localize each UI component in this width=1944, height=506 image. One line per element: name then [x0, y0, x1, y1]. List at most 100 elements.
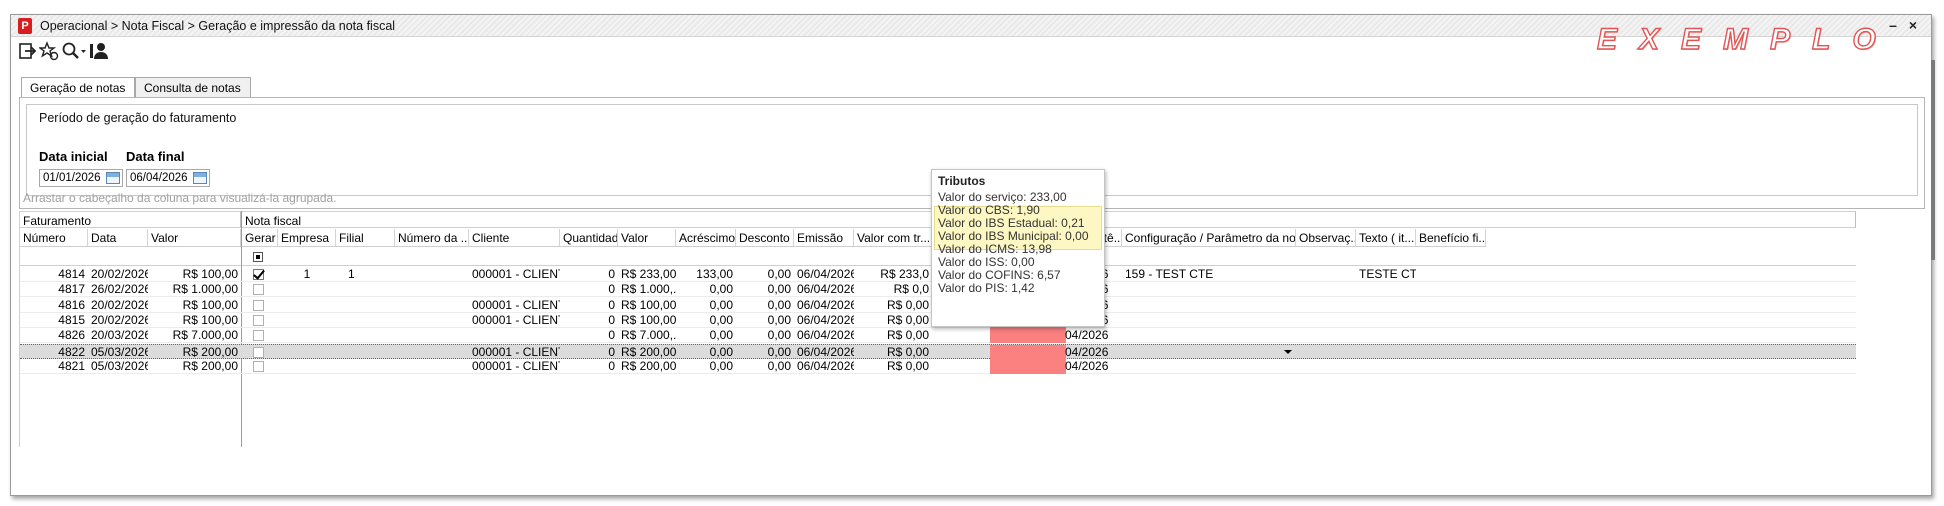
tributos-cell[interactable]	[990, 344, 1066, 360]
col-gerar[interactable]: Gerar	[242, 229, 278, 247]
table-row[interactable]: 4826 20/03/2026 R$ 7.000,00 0 R$ 7.000,... 0,…	[20, 328, 1856, 344]
tributos-tooltip: Tributos Valor do serviço: 233,00 Valor …	[931, 169, 1105, 327]
cell-data: 20/02/2026	[91, 312, 148, 327]
cell-acrescimo: 0,00	[709, 312, 733, 327]
gerar-checkbox[interactable]	[253, 360, 264, 372]
col-empresa[interactable]: Empresa	[278, 229, 336, 247]
gerar-checkbox[interactable]	[253, 314, 264, 326]
cell-valor-com-tributos: R$ 233,0	[880, 267, 929, 281]
cell-emissao: 06/04/2026	[797, 328, 854, 343]
cell-valor-nf: R$ 233,00	[621, 267, 676, 281]
gerar-checkbox[interactable]	[253, 330, 264, 342]
cell-emissao: 06/04/2026	[797, 358, 854, 373]
cell-valor-com-tributos: R$ 0,00	[886, 344, 929, 359]
cell-texto	[1356, 313, 1416, 328]
cell-numero: 4817	[58, 282, 85, 297]
col-numero[interactable]: Número	[20, 229, 88, 247]
main-window: P Operacional > Nota Fiscal > Geração e …	[10, 14, 1932, 496]
col-emissao[interactable]: Emissão	[794, 229, 854, 247]
calendar-icon[interactable]	[106, 172, 120, 184]
cell-quantidade: 0	[608, 312, 615, 327]
table-row[interactable]: 4822 05/03/2026 R$ 200,00 000001 - CLIENT..…	[20, 343, 1856, 360]
cell-configuracao	[1122, 282, 1296, 297]
col-quantidade[interactable]: Quantidade	[560, 229, 618, 247]
gerar-checkbox[interactable]	[253, 269, 264, 280]
tab-consulta-de-notas[interactable]: Consulta de notas	[135, 77, 251, 97]
cell-numero: 4815	[58, 312, 85, 327]
table-row[interactable]: 4821 05/03/2026 R$ 200,00 000001 - CLIENT..…	[20, 358, 1856, 374]
col-valor-nf[interactable]: Valor	[618, 229, 676, 247]
cell-configuracao	[1122, 313, 1296, 328]
end-date-value: 06/04/2026	[130, 172, 188, 184]
cell-data: 05/03/2026	[91, 344, 148, 359]
breadcrumb: Operacional > Nota Fiscal > Geração e im…	[40, 19, 396, 33]
calendar-icon[interactable]	[193, 172, 207, 184]
tributos-cell[interactable]	[990, 328, 1066, 344]
cell-texto	[1356, 345, 1416, 360]
col-cliente[interactable]: Cliente	[469, 229, 560, 247]
col-observacao[interactable]: Observaç...	[1296, 229, 1356, 247]
cell-numero: 4816	[58, 297, 85, 312]
favorite-star-icon[interactable]	[37, 41, 59, 61]
col-numero-da-nota[interactable]: Número da ...	[395, 229, 469, 247]
col-desconto[interactable]: Desconto	[736, 229, 794, 247]
cell-valor-nf: R$ 200,00	[621, 344, 676, 359]
gerar-checkbox[interactable]	[253, 346, 264, 358]
cell-configuracao	[1122, 359, 1296, 374]
cell-data: 20/02/2026	[91, 267, 148, 281]
start-date-field[interactable]: 01/01/2026	[39, 169, 123, 187]
col-configuracao[interactable]: Configuração / Parâmetro da nota...	[1122, 229, 1296, 247]
cell-valor: R$ 200,00	[182, 358, 238, 373]
close-button[interactable]: ×	[1905, 17, 1921, 33]
tributos-cell[interactable]	[990, 358, 1066, 374]
cell-texto	[1356, 328, 1416, 343]
title-bar: P Operacional > Nota Fiscal > Geração e …	[11, 15, 1931, 57]
col-valor-com-tributos[interactable]: Valor com tr...	[854, 229, 932, 247]
cell-desconto: 0,00	[767, 358, 791, 373]
cell-valor-nf: R$ 1.000,...	[621, 282, 676, 297]
vertical-scrollbar[interactable]	[1931, 60, 1935, 260]
minimize-button[interactable]: –	[1885, 17, 1901, 33]
cell-valor-nf: R$ 100,00	[621, 312, 676, 327]
cell-empresa	[278, 328, 336, 343]
cell-empresa	[278, 313, 336, 328]
cell-filial	[336, 298, 395, 313]
user-icon[interactable]	[89, 41, 111, 61]
cell-quantidade: 0	[608, 282, 615, 297]
col-acrescimo[interactable]: Acréscimo	[676, 229, 736, 247]
cell-competencia: 04/2026	[1065, 358, 1109, 373]
cell-cliente	[469, 282, 560, 297]
search-icon[interactable]	[61, 41, 87, 61]
cell-configuracao: 159 - TEST CTE	[1125, 267, 1214, 281]
tab-geracao-de-notas[interactable]: Geração de notas	[21, 77, 135, 98]
col-valor[interactable]: Valor	[148, 229, 241, 247]
cell-desconto: 0,00	[767, 328, 791, 343]
cell-valor-nf: R$ 100,00	[621, 297, 676, 312]
cell-acrescimo: 0,00	[709, 358, 733, 373]
cell-emissao: 06/04/2026	[797, 344, 854, 359]
toolbar	[11, 41, 1931, 63]
gerar-checkbox[interactable]	[253, 284, 264, 296]
end-date-label: Data final	[126, 149, 185, 164]
cell-filial	[336, 328, 395, 343]
cell-configuracao	[1122, 298, 1296, 313]
cell-competencia: 04/2026	[1065, 328, 1109, 343]
exit-icon[interactable]	[17, 41, 37, 61]
cell-valor-com-tributos: R$ 0,00	[886, 328, 929, 343]
app-logo-icon: P	[18, 18, 32, 34]
chevron-down-icon[interactable]	[1284, 349, 1292, 354]
select-all-checkbox[interactable]	[253, 252, 263, 262]
cell-valor: R$ 7.000,00	[172, 328, 238, 343]
cell-empresa	[278, 359, 336, 374]
cell-valor-nf: R$ 200,00	[621, 358, 676, 373]
cell-desconto: 0,00	[767, 282, 791, 297]
col-data[interactable]: Data	[88, 229, 148, 247]
cell-cliente: 000001 - CLIENT...	[472, 344, 560, 359]
col-texto[interactable]: Texto ( it...	[1356, 229, 1416, 247]
cell-cliente: 000001 - CLIENT...	[472, 297, 560, 312]
cell-filial	[336, 313, 395, 328]
gerar-checkbox[interactable]	[253, 299, 264, 311]
col-filial[interactable]: Filial	[336, 229, 395, 247]
col-beneficio-fiscal[interactable]: Benefício fi...	[1416, 229, 1486, 247]
end-date-field[interactable]: 06/04/2026	[126, 169, 210, 187]
